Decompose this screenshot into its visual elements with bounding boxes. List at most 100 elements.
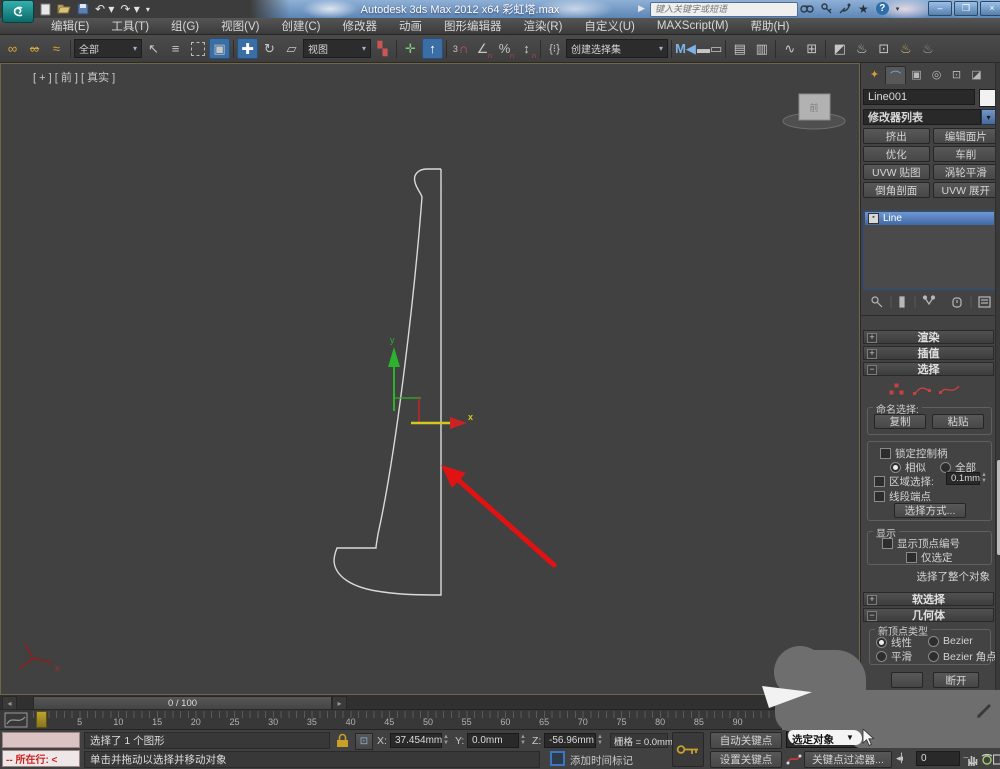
- render-production-icon[interactable]: ♨: [895, 38, 916, 59]
- rollout-soft-selection[interactable]: + 软选择: [863, 592, 994, 606]
- minimize-button[interactable]: –: [928, 1, 952, 16]
- show-vertex-numbers-checkbox[interactable]: 显示顶点编号: [882, 536, 960, 551]
- select-and-scale-icon[interactable]: ▱: [281, 38, 302, 59]
- modifier-button[interactable]: UVW 展开: [932, 182, 999, 198]
- move-gizmo[interactable]: y x: [388, 335, 473, 429]
- select-and-move-icon[interactable]: ✚: [237, 38, 258, 59]
- z-coord-spinner[interactable]: ▲ ▼: [597, 733, 606, 747]
- selection-filter-dropdown[interactable]: 全部 ▾: [74, 39, 142, 58]
- spinner-snap-icon[interactable]: ↕ ∩: [516, 38, 537, 60]
- key-filters-button[interactable]: 关键点过滤器...: [804, 751, 892, 768]
- new-key-curve-icon[interactable]: [786, 751, 802, 768]
- object-name-field[interactable]: Line001: [863, 89, 975, 105]
- vertex-subobject-icon[interactable]: [889, 383, 904, 395]
- select-and-rotate-icon[interactable]: ↻: [259, 38, 280, 59]
- menu-item[interactable]: 渲染(R): [512, 18, 573, 34]
- show-end-result-icon[interactable]: [899, 296, 905, 308]
- align-icon[interactable]: ▬▭: [697, 38, 722, 59]
- menu-item[interactable]: 动画: [388, 18, 433, 34]
- modifier-button[interactable]: 优化: [863, 146, 930, 162]
- open-file-icon[interactable]: [57, 3, 71, 15]
- area-threshold-field[interactable]: 0.1mm: [946, 472, 980, 485]
- paste-button[interactable]: 粘贴: [932, 414, 984, 429]
- stack-item-icon[interactable]: ▪: [868, 213, 879, 224]
- modifier-button[interactable]: 涡轮平滑: [932, 164, 999, 180]
- named-selection-sets-dropdown[interactable]: 创建选择集 ▾: [566, 39, 668, 58]
- copy-button[interactable]: 复制: [874, 414, 926, 429]
- selected-only-box-icon[interactable]: [906, 552, 917, 563]
- spline-subobject-icon[interactable]: [939, 385, 960, 394]
- stack-item-line[interactable]: ▪ Line: [865, 212, 994, 225]
- time-tag-icon[interactable]: [550, 751, 565, 766]
- tab-create-icon[interactable]: ✦: [865, 66, 884, 83]
- time-slider-next-icon[interactable]: ▸: [332, 696, 347, 710]
- menu-item[interactable]: 自定义(U): [573, 18, 645, 34]
- tab-utilities-icon[interactable]: ◪: [967, 66, 986, 83]
- maximize-viewport-icon[interactable]: [993, 752, 1000, 767]
- rollout-geometry[interactable]: − 几何体: [863, 608, 994, 622]
- application-button[interactable]: [2, 0, 34, 23]
- schematic-view-icon[interactable]: ⊞: [801, 38, 822, 59]
- qat-customize-icon[interactable]: ▾: [146, 5, 150, 14]
- material-editor-icon[interactable]: ◩: [829, 38, 850, 59]
- current-frame-marker[interactable]: [36, 711, 47, 728]
- new-file-icon[interactable]: [40, 3, 51, 16]
- auto-key-button[interactable]: 自动关键点: [710, 732, 782, 749]
- use-pivot-center-icon[interactable]: ▚: [372, 38, 393, 59]
- communication-center-icon[interactable]: [839, 3, 851, 14]
- viewcube[interactable]: 前: [782, 93, 846, 130]
- mirror-icon[interactable]: M ◀: [675, 38, 696, 59]
- tab-display-icon[interactable]: ⊡: [947, 66, 966, 83]
- angle-snap-icon[interactable]: ∠ ∩: [472, 38, 493, 61]
- front-viewport[interactable]: [ + ] [ 前 ] [ 真实 ] 前 y x x: [0, 63, 860, 695]
- selection-lock-icon[interactable]: [336, 733, 349, 748]
- menu-item[interactable]: 视图(V): [210, 18, 270, 34]
- search-input[interactable]: 键入关键字或短语: [650, 2, 798, 17]
- close-button[interactable]: ×: [980, 1, 1000, 16]
- select-and-manipulate-icon[interactable]: ✛: [400, 38, 421, 59]
- undo-icon[interactable]: ↶ ▾: [95, 2, 114, 16]
- keyboard-override-toggle-icon[interactable]: ↑: [422, 38, 443, 59]
- time-slider-prev-icon[interactable]: ◂: [2, 696, 17, 710]
- current-frame-field[interactable]: 0: [916, 751, 960, 766]
- set-key-button[interactable]: 设置关键点: [710, 751, 782, 768]
- y-coord-field[interactable]: 0.0mm: [467, 733, 519, 748]
- remove-modifier-icon[interactable]: [952, 297, 962, 308]
- redo-icon[interactable]: ↷ ▾: [120, 2, 139, 16]
- create-line-button-partial[interactable]: [891, 672, 923, 688]
- x-coord-spinner[interactable]: ▲ ▼: [443, 733, 452, 747]
- area-threshold-spinner[interactable]: ▲ ▼: [981, 471, 990, 485]
- modifier-list-arrow-icon[interactable]: ▾: [981, 109, 996, 125]
- absolute-offset-toggle-icon[interactable]: ⊡: [355, 733, 373, 750]
- macro-recorder-field[interactable]: [2, 732, 80, 748]
- segment-subobject-icon[interactable]: [913, 387, 931, 395]
- layer-manager-icon[interactable]: ▤: [729, 38, 750, 59]
- rollout-render[interactable]: + 渲染: [863, 330, 994, 344]
- go-to-start-icon[interactable]: ◂◂▏: [896, 753, 908, 764]
- rendered-frame-window-icon[interactable]: ⊡: [873, 38, 894, 59]
- search-binoculars-icon[interactable]: [800, 3, 814, 14]
- lock-handles-box-icon[interactable]: [880, 448, 891, 459]
- orbit-icon[interactable]: [981, 752, 993, 767]
- modifier-button[interactable]: 倒角剖面: [863, 182, 930, 198]
- smooth-radio[interactable]: 平滑: [876, 649, 912, 664]
- bezier-radio-icon[interactable]: [928, 635, 939, 647]
- tab-modify-icon[interactable]: ⌒: [885, 66, 906, 84]
- smooth-radio-icon[interactable]: [876, 651, 887, 662]
- y-coord-spinner[interactable]: ▲ ▼: [520, 733, 529, 747]
- bezier-corner-radio[interactable]: Bezier 角点: [928, 649, 997, 664]
- select-by-name-icon[interactable]: ≡: [165, 38, 186, 59]
- make-unique-icon[interactable]: [922, 295, 936, 306]
- help-dropdown-icon[interactable]: ▾: [896, 5, 900, 13]
- z-coord-field[interactable]: -56.96mm: [544, 733, 596, 748]
- configure-modifier-sets-icon[interactable]: [978, 296, 991, 308]
- subscription-key-icon[interactable]: [821, 3, 832, 14]
- segment-end-box-icon[interactable]: [874, 491, 885, 502]
- timeline-ruler[interactable]: 051015202530354045505560657075808590: [0, 710, 860, 730]
- add-time-tag[interactable]: 添加时间标记: [570, 753, 633, 768]
- open-mini-curve-editor-icon[interactable]: [4, 712, 28, 728]
- graphite-ribbon-icon[interactable]: ▥: [751, 38, 772, 59]
- menu-item[interactable]: 帮助(H): [739, 18, 800, 34]
- similar-radio[interactable]: 相似: [890, 460, 926, 475]
- bezier-corner-radio-icon[interactable]: [928, 651, 939, 662]
